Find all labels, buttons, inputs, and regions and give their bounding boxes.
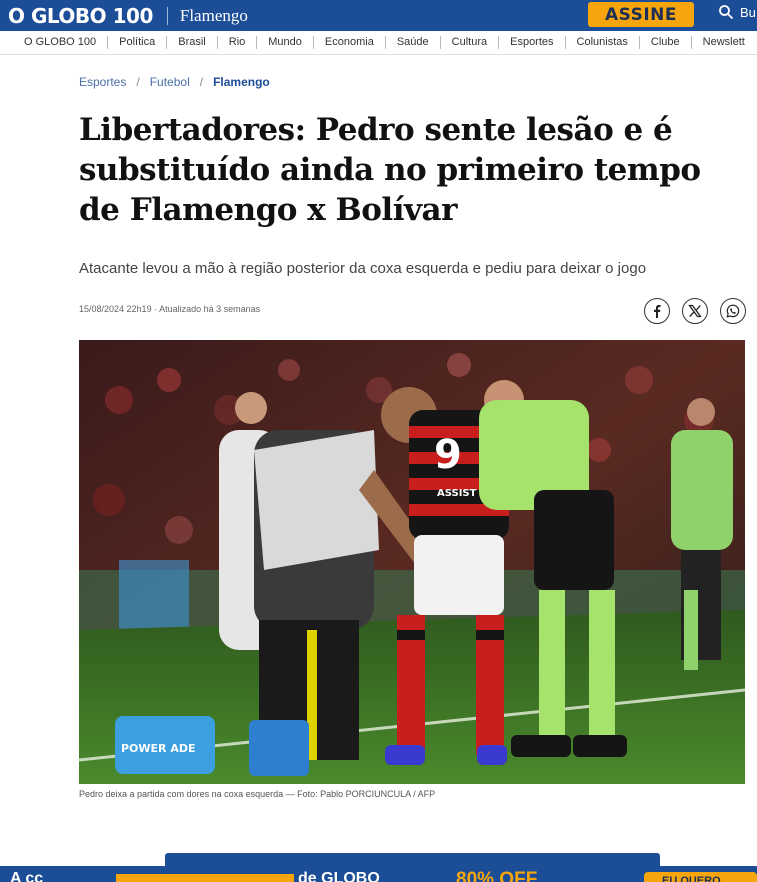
nav-item-mundo[interactable]: Mundo <box>256 36 313 49</box>
jersey-number: 9 <box>434 432 462 478</box>
article-headline: Libertadores: Pedro sente lesão e é subs… <box>79 112 701 228</box>
photo-caption: Pedro deixa a partida com dores na coxa … <box>79 789 436 799</box>
nav-item-brasil[interactable]: Brasil <box>166 36 217 49</box>
football-scene-image: 9 ASSIST CARD POWER ADE <box>79 340 745 784</box>
banner-text: A cc <box>10 870 44 882</box>
header-divider <box>166 6 168 25</box>
main-nav: O GLOBO 100 Política Brasil Rio Mundo Ec… <box>0 31 757 55</box>
x-icon <box>688 304 702 318</box>
whatsapp-icon <box>726 304 740 318</box>
breadcrumb-esportes[interactable]: Esportes <box>79 75 126 89</box>
banner-tab <box>165 853 660 867</box>
breadcrumb-separator: / <box>199 75 204 89</box>
nav-item-saude[interactable]: Saúde <box>384 36 440 49</box>
nav-item-clube[interactable]: Clube <box>638 36 691 49</box>
section-title[interactable]: Flamengo <box>180 6 248 26</box>
banner-brand: de GLOBO <box>298 870 380 882</box>
share-facebook-button[interactable] <box>644 298 670 324</box>
article-subtitle: Atacante levou a mão à região posterior … <box>79 260 647 277</box>
nav-item-rio[interactable]: Rio <box>216 36 257 49</box>
search-label: Bu <box>740 4 756 20</box>
banner-highlight <box>116 874 294 882</box>
breadcrumb-separator: / <box>136 75 140 89</box>
nav-item-oglobo100[interactable]: O GLOBO 100 <box>0 36 107 49</box>
search-button[interactable]: Bu <box>718 4 756 20</box>
article-photo[interactable]: 9 ASSIST CARD POWER ADE <box>79 340 745 784</box>
nav-item-cultura[interactable]: Cultura <box>439 36 498 49</box>
banner-discount: 80% OFF <box>456 869 538 882</box>
nav-item-economia[interactable]: Economia <box>312 36 385 49</box>
site-logo[interactable]: O GLOBO 100 <box>8 4 153 28</box>
nav-item-newsletter[interactable]: Newslett <box>690 36 756 49</box>
share-x-button[interactable] <box>682 298 708 324</box>
subscription-banner[interactable]: A cc de GLOBO 80% OFF EU QUERO <box>0 866 757 882</box>
facebook-icon <box>654 305 661 318</box>
share-buttons <box>644 298 746 324</box>
search-icon <box>719 5 734 20</box>
share-whatsapp-button[interactable] <box>720 298 746 324</box>
nav-item-colunistas[interactable]: Colunistas <box>564 36 639 49</box>
cooler-brand: POWER ADE <box>121 742 196 755</box>
article-meta: 15/08/2024 22h19 · Atualizado há 3 seman… <box>79 304 261 314</box>
nav-item-politica[interactable]: Política <box>107 36 166 49</box>
subscribe-button[interactable]: ASSINE <box>588 2 694 27</box>
breadcrumb-futebol[interactable]: Futebol <box>150 75 190 89</box>
breadcrumb-flamengo[interactable]: Flamengo <box>213 75 270 89</box>
breadcrumb: Esportes / Futebol / Flamengo <box>79 75 270 89</box>
nav-item-esportes[interactable]: Esportes <box>498 36 564 49</box>
banner-cta-button[interactable]: EU QUERO <box>644 872 757 882</box>
